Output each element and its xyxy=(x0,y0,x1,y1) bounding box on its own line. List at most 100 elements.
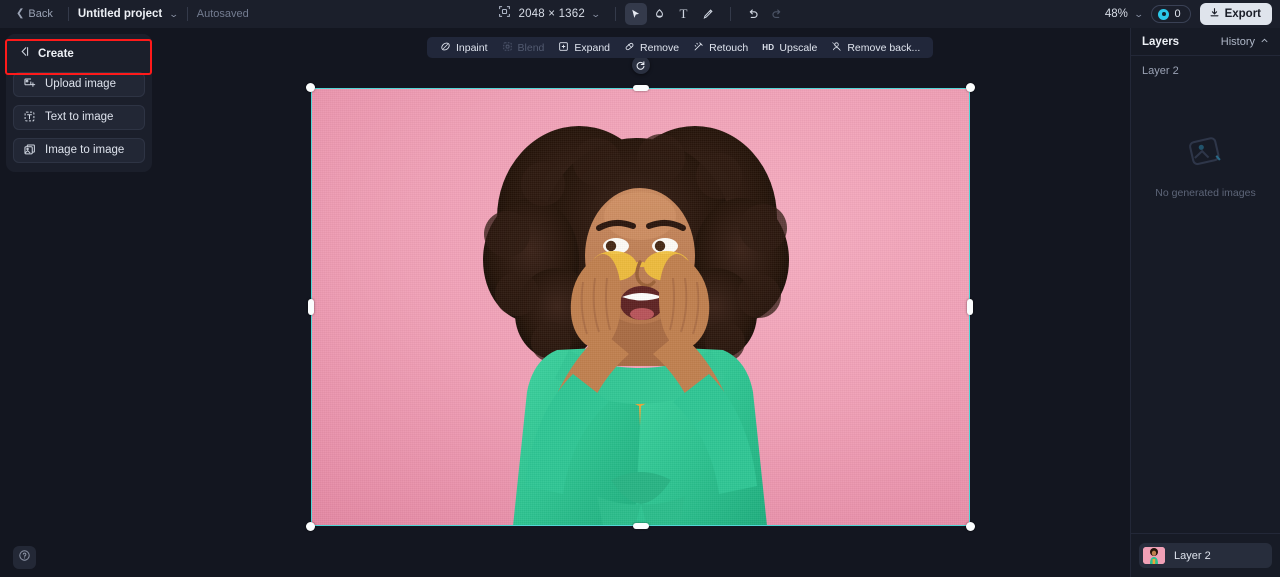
layer-thumbnail xyxy=(1143,547,1165,564)
layer-group-label: Layer 2 xyxy=(1142,65,1179,77)
create-panel-header: Create xyxy=(13,42,145,72)
autosaved-label: Autosaved xyxy=(196,8,249,20)
layers-list: Layer 2 xyxy=(1131,533,1280,577)
layer-row[interactable]: Layer 2 xyxy=(1139,543,1272,568)
create-panel-title: Create xyxy=(38,48,74,60)
tool-select[interactable] xyxy=(624,3,647,25)
resize-handle-bottom-right[interactable] xyxy=(966,522,975,531)
tab-history[interactable]: History xyxy=(1221,36,1269,48)
text-to-image-label: Text to image xyxy=(45,110,114,123)
chevron-down-icon[interactable]: ⌄ xyxy=(169,9,179,20)
resize-handle-top[interactable] xyxy=(632,85,649,91)
export-button[interactable]: Export xyxy=(1199,3,1272,25)
image-action-toolbar: Inpaint Blend Expand Remove Retouch HD U… xyxy=(427,37,934,58)
remove-background-label: Remove back... xyxy=(847,41,921,54)
divider xyxy=(186,7,188,21)
tool-brush[interactable] xyxy=(697,3,719,25)
inpaint-label: Inpaint xyxy=(456,41,488,54)
tool-group: T xyxy=(624,3,788,25)
credits-count: 0 xyxy=(1174,8,1181,20)
retouch-button[interactable]: Retouch xyxy=(686,37,755,58)
eraser-icon xyxy=(624,41,635,55)
remove-background-button[interactable]: Remove back... xyxy=(824,37,927,58)
tool-mask[interactable] xyxy=(649,3,671,25)
top-bar-right-group: 48% ⌄ 0 Export xyxy=(1105,0,1272,28)
chevron-up-icon xyxy=(1260,36,1269,48)
app-root: ❮ Back Untitled project ⌄ Autosaved 2048… xyxy=(0,0,1280,577)
resize-handle-left[interactable] xyxy=(308,299,314,315)
credit-coin-icon xyxy=(1158,8,1170,20)
canvas-image-selection[interactable] xyxy=(306,56,975,531)
layer-name: Layer 2 xyxy=(1174,549,1211,562)
layers-panel-body: Layer 2 No generated images xyxy=(1131,56,1280,533)
inpaint-button[interactable]: Inpaint xyxy=(433,37,495,58)
upload-image-icon xyxy=(23,77,36,93)
top-bar-left-group: ❮ Back Untitled project ⌄ Autosaved xyxy=(0,0,249,28)
upload-image-label: Upload image xyxy=(45,77,116,90)
resize-handle-bottom[interactable] xyxy=(632,523,649,529)
tool-text[interactable]: T xyxy=(673,3,695,25)
resize-handle-top-left[interactable] xyxy=(306,83,315,92)
upscale-button[interactable]: HD Upscale xyxy=(755,37,824,58)
canvas-image[interactable] xyxy=(311,88,970,526)
zoom-level: 48% xyxy=(1104,8,1128,20)
tab-layers[interactable]: Layers xyxy=(1142,36,1179,48)
chevron-down-icon[interactable]: ⌄ xyxy=(591,9,601,20)
remove-background-icon xyxy=(831,41,842,55)
resize-handle-top-right[interactable] xyxy=(966,83,975,92)
image-to-image-label: Image to image xyxy=(45,143,125,156)
retouch-label: Retouch xyxy=(709,41,749,54)
empty-state-text: No generated images xyxy=(1155,187,1256,199)
divider xyxy=(67,7,69,21)
canvas-size-value: 2048 × 1362 xyxy=(518,8,585,20)
divider xyxy=(614,7,616,21)
chevron-left-icon: ❮ xyxy=(16,8,25,19)
back-label: Back xyxy=(28,8,53,20)
inpaint-icon xyxy=(440,41,451,55)
retouch-icon xyxy=(693,41,704,55)
expand-icon xyxy=(558,41,569,55)
resize-handle-right[interactable] xyxy=(967,299,973,315)
image-placeholder-icon xyxy=(1185,134,1227,175)
collapse-panel-icon[interactable] xyxy=(18,45,31,63)
generated-images-empty-state: No generated images xyxy=(1131,134,1280,199)
blend-button[interactable]: Blend xyxy=(495,37,552,58)
project-name[interactable]: Untitled project xyxy=(78,8,162,20)
text-to-image-icon xyxy=(23,110,36,126)
credits-badge[interactable]: 0 xyxy=(1151,5,1191,23)
rotate-handle[interactable] xyxy=(631,56,650,74)
help-circle-icon xyxy=(18,549,31,567)
upscale-label: Upscale xyxy=(779,41,818,54)
back-button[interactable]: ❮ Back xyxy=(10,5,59,23)
divider xyxy=(729,7,731,21)
export-label: Export xyxy=(1224,8,1261,20)
layers-panel-header: Layers History xyxy=(1131,28,1280,56)
expand-button[interactable]: Expand xyxy=(551,37,617,58)
image-to-image-button[interactable]: Image to image xyxy=(13,138,145,163)
help-button[interactable] xyxy=(13,546,36,569)
history-label: History xyxy=(1220,35,1255,48)
zoom-control[interactable]: 48% ⌄ xyxy=(1104,8,1144,20)
text-to-image-button[interactable]: Text to image xyxy=(13,105,145,130)
remove-button[interactable]: Remove xyxy=(617,37,686,58)
top-bar: ❮ Back Untitled project ⌄ Autosaved 2048… xyxy=(0,0,1280,28)
blend-icon xyxy=(502,41,513,55)
layers-panel: Layers History Layer 2 No generated imag… xyxy=(1130,28,1280,577)
canvas-size-group[interactable]: 2048 × 1362 ⌄ xyxy=(492,5,605,23)
redo-button[interactable] xyxy=(766,3,788,25)
create-panel: Create Upload image Text to image Image … xyxy=(6,34,152,172)
upload-image-button[interactable]: Upload image xyxy=(13,72,145,97)
hd-icon: HD xyxy=(762,43,775,52)
resize-handle-bottom-left[interactable] xyxy=(306,522,315,531)
text-tool-glyph: T xyxy=(679,6,688,21)
expand-label: Expand xyxy=(574,41,611,54)
canvas-area[interactable] xyxy=(0,28,1130,577)
film-grain-overlay xyxy=(311,88,970,526)
remove-label: Remove xyxy=(640,41,680,54)
image-to-image-icon xyxy=(23,143,36,159)
resize-canvas-icon xyxy=(498,5,511,23)
blend-label: Blend xyxy=(517,41,545,54)
download-icon xyxy=(1209,7,1220,21)
chevron-down-icon[interactable]: ⌄ xyxy=(1134,9,1144,20)
undo-button[interactable] xyxy=(742,3,764,25)
